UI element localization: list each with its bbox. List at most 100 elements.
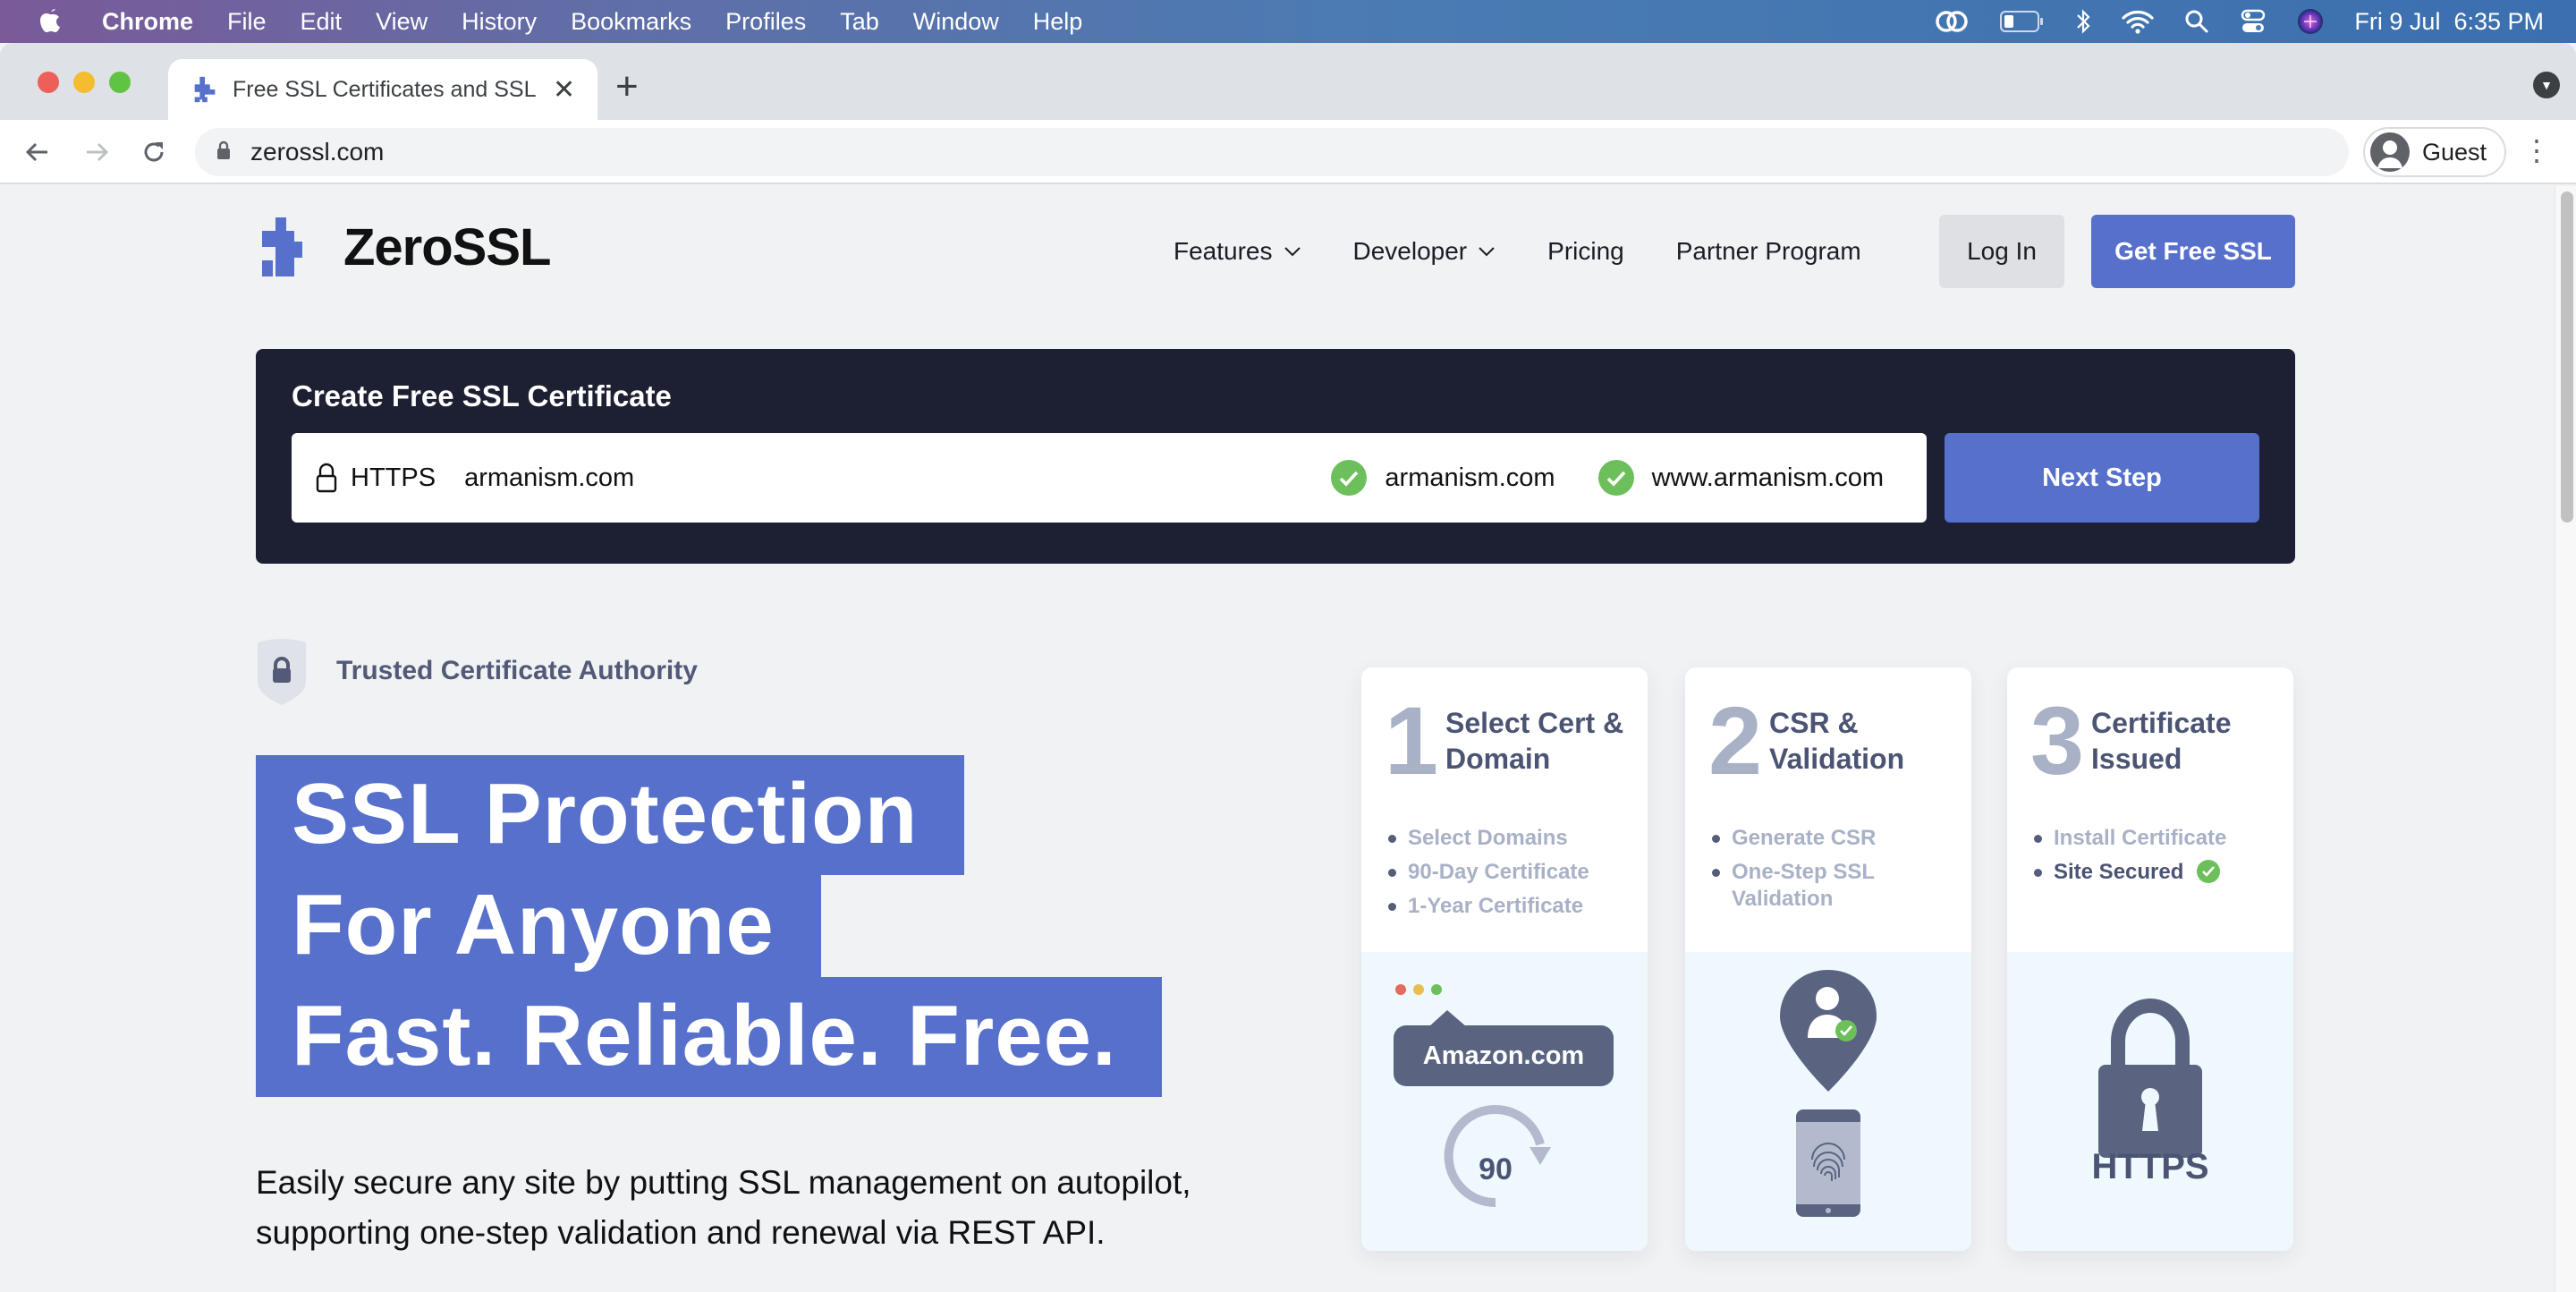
hero-description: Easily secure any site by putting SSL ma… [256, 1164, 1191, 1251]
verified-domain-chip: armanism.com [1331, 460, 1555, 496]
menu-view[interactable]: View [376, 8, 428, 36]
menu-profiles[interactable]: Profiles [725, 8, 806, 36]
step-number: 1 [1385, 686, 1439, 795]
hero-headline: SSL Protection For Anyone Fast. Reliable… [256, 755, 1162, 1097]
address-bar[interactable]: zerossl.com [195, 128, 2349, 176]
menu-window[interactable]: Window [913, 8, 999, 36]
chevron-down-icon [1479, 247, 1495, 257]
menu-tab[interactable]: Tab [840, 8, 879, 36]
step-items: Generate CSR One-Step SSL Validation [1710, 825, 1961, 920]
apple-menu-icon[interactable] [38, 7, 64, 36]
shield-lock-icon [258, 639, 306, 705]
fingerprint-phone-icon [1796, 1109, 1860, 1217]
step-items: Install Certificate Site Secured [2032, 825, 2283, 893]
brand-wordmark: ZeroSSL [343, 217, 551, 276]
validation-illustration [1685, 952, 1971, 1251]
tab-close-icon[interactable]: ✕ [553, 74, 575, 106]
step-item-done: Site Secured [2032, 859, 2283, 886]
back-button[interactable] [18, 132, 57, 172]
step-item-label: Site Secured [2054, 860, 2184, 884]
menu-bookmarks[interactable]: Bookmarks [571, 8, 691, 36]
https-illustration: HTTPS [2007, 952, 2293, 1251]
step-title: Certificate Issued [2091, 707, 2232, 775]
browser-toolbar: zerossl.com Guest ⋮ [0, 120, 2576, 184]
https-label: HTTPS [2091, 1147, 2209, 1186]
profile-button[interactable]: Guest [2363, 127, 2506, 177]
tab-title: Free SSL Certificates and SSL Tools - Ze… [233, 76, 537, 102]
nav-developer-label: Developer [1352, 237, 1468, 265]
padlock-outline-icon [316, 463, 337, 493]
green-check-icon [1597, 460, 1634, 496]
get-free-ssl-button[interactable]: Get Free SSL [2091, 215, 2295, 288]
macos-menubar: Chrome File Edit View History Bookmarks … [0, 0, 2576, 43]
user-pin-icon [1780, 970, 1877, 1092]
clock[interactable]: Fri 9 Jul 6:35 PM [2354, 8, 2544, 36]
page-scrollbar[interactable] [2555, 186, 2576, 1292]
chevron-down-icon [1284, 247, 1301, 257]
step-item: 1-Year Certificate [1386, 893, 1637, 920]
battery-icon[interactable] [2000, 10, 2045, 33]
scrollbar-thumb[interactable] [2561, 191, 2573, 523]
menu-chrome[interactable]: Chrome [102, 8, 193, 36]
profile-label: Guest [2422, 138, 2487, 166]
tab-search-dropdown-icon[interactable]: ▼ [2533, 72, 2560, 98]
step-item: 90-Day Certificate [1386, 859, 1637, 886]
nav-developer[interactable]: Developer [1353, 237, 1496, 266]
menu-file[interactable]: File [227, 8, 267, 36]
step-number: 2 [1708, 686, 1763, 795]
create-certificate-panel: Create Free SSL Certificate HTTPS armani… [256, 349, 2295, 564]
domain-input-value[interactable]: armanism.com [464, 463, 1331, 493]
wifi-icon[interactable] [2122, 9, 2155, 34]
dot-green [1431, 984, 1442, 995]
main-nav: Features Developer Pricing Partner Progr… [1174, 215, 1913, 288]
step-card-3: 3 Certificate Issued Install Certificate… [2007, 667, 2293, 1251]
step-item: Select Domains [1386, 825, 1637, 852]
trusted-ca-label: Trusted Certificate Authority [336, 656, 698, 685]
login-button[interactable]: Log In [1939, 215, 2064, 288]
creative-cloud-icon[interactable] [1934, 6, 1970, 37]
step-title: CSR & Validation [1769, 707, 1905, 775]
chrome-menu-icon[interactable]: ⋮ [2522, 136, 2551, 165]
step-item: Install Certificate [2032, 825, 2283, 852]
https-prefix: HTTPS [351, 463, 436, 492]
dot-yellow [1413, 984, 1424, 995]
nav-partner-program[interactable]: Partner Program [1676, 237, 1861, 266]
siri-icon[interactable] [2297, 8, 2324, 35]
step-number: 3 [2030, 686, 2085, 795]
hero-line-3: Fast. Reliable. Free. [256, 977, 1162, 1097]
bluetooth-icon[interactable] [2075, 8, 2091, 35]
reload-button[interactable] [134, 132, 174, 172]
zerossl-logo[interactable]: ZeroSSL [259, 215, 551, 279]
nav-pricing[interactable]: Pricing [1547, 237, 1624, 266]
step-item: Generate CSR [1710, 825, 1961, 852]
control-center-icon[interactable] [2240, 8, 2267, 35]
dot-red [1395, 984, 1406, 995]
hero-line-1: SSL Protection [256, 755, 965, 875]
menu-help[interactable]: Help [1033, 8, 1083, 36]
menu-edit[interactable]: Edit [301, 8, 343, 36]
green-check-icon [2197, 860, 2221, 883]
guest-avatar-icon [2370, 132, 2410, 172]
page-content: ZeroSSL Features Developer Pricing Partn… [0, 186, 2555, 1292]
step-title: Select Cert & Domain [1445, 707, 1624, 775]
spotlight-search-icon[interactable] [2184, 9, 2209, 34]
create-certificate-heading: Create Free SSL Certificate [292, 379, 672, 412]
active-tab[interactable]: Free SSL Certificates and SSL Tools - Ze… [168, 59, 597, 120]
domain-input[interactable]: HTTPS armanism.com armanism.com www.arma… [292, 433, 1927, 523]
verified-domain-label: www.armanism.com [1651, 463, 1884, 492]
nav-features-label: Features [1174, 237, 1273, 265]
url-text[interactable]: zerossl.com [250, 138, 384, 166]
window-zoom-button[interactable] [109, 72, 131, 93]
menu-history[interactable]: History [462, 8, 537, 36]
next-step-button[interactable]: Next Step [1945, 433, 2259, 523]
secure-lock-icon[interactable] [216, 140, 231, 165]
window-minimize-button[interactable] [73, 72, 95, 93]
verified-domain-label: armanism.com [1385, 463, 1555, 492]
nav-features[interactable]: Features [1174, 237, 1301, 266]
forward-button[interactable] [77, 132, 116, 172]
green-check-icon [1331, 460, 1368, 496]
hero-line-2: For Anyone [256, 866, 821, 986]
window-close-button[interactable] [38, 72, 59, 93]
new-tab-button[interactable]: + [615, 64, 639, 109]
zerossl-logo-icon [262, 217, 302, 276]
